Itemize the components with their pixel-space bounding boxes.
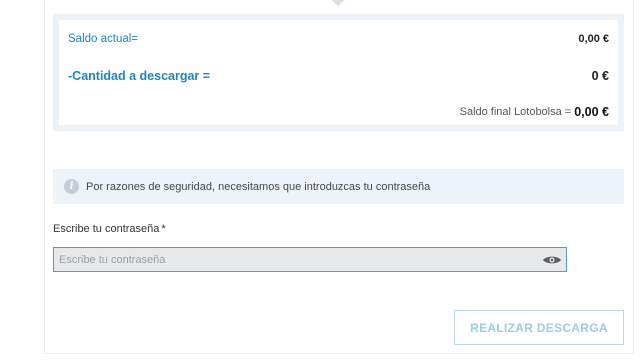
security-notice: i Por razones de seguridad, necesitamos … bbox=[53, 169, 624, 204]
current-balance-row: Saldo actual= 0,00 € bbox=[68, 29, 609, 49]
final-balance-value: 0,00 € bbox=[574, 105, 609, 119]
withdraw-amount-value: 0 € bbox=[591, 69, 609, 83]
current-balance-value: 0,00 € bbox=[578, 33, 609, 45]
required-mark: * bbox=[161, 223, 166, 235]
withdraw-page: Saldo actual= 0,00 € -Cantidad a descarg… bbox=[0, 0, 640, 360]
withdraw-amount-label: -Cantidad a descargar = bbox=[68, 69, 211, 83]
final-balance-label: Saldo final Lotobolsa = bbox=[459, 106, 572, 118]
withdraw-amount-row: -Cantidad a descargar = 0 € bbox=[68, 66, 609, 86]
password-label: Escribe tu contraseña bbox=[53, 223, 160, 235]
current-balance-label: Saldo actual= bbox=[68, 33, 139, 45]
realizar-descarga-button[interactable]: REALIZAR DESCARGA bbox=[454, 310, 624, 345]
eye-icon-svg bbox=[543, 256, 561, 263]
security-notice-text: Por razones de seguridad, necesitamos qu… bbox=[86, 180, 431, 193]
eye-icon[interactable] bbox=[538, 248, 566, 271]
password-input[interactable] bbox=[54, 248, 538, 271]
password-field bbox=[53, 247, 567, 272]
info-icon: i bbox=[64, 179, 79, 194]
final-balance-row: Saldo final Lotobolsa = 0,00 € bbox=[68, 102, 609, 122]
password-label-wrap: Escribe tu contraseña * bbox=[53, 223, 166, 235]
balance-summary-panel: Saldo actual= 0,00 € -Cantidad a descarg… bbox=[53, 14, 624, 131]
balance-summary-inner: Saldo actual= 0,00 € -Cantidad a descarg… bbox=[59, 20, 618, 125]
